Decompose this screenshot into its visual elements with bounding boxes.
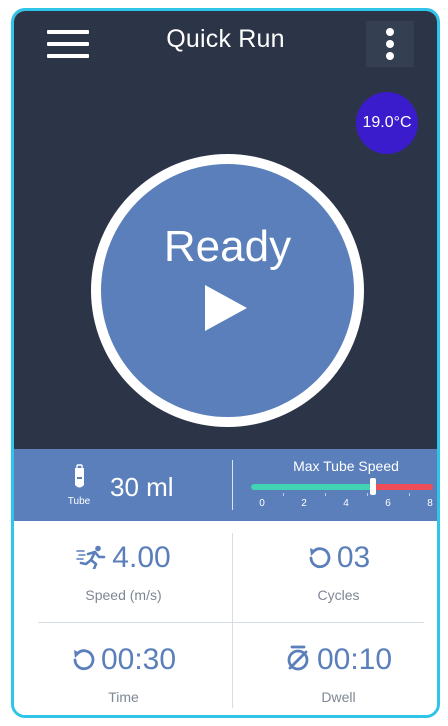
main-panel: Quick Run 19.0°C Ready (14, 11, 437, 449)
speed-minor-tick (409, 493, 410, 496)
temperature-badge: 19.0°C (356, 92, 418, 154)
speed-slider-thumb[interactable] (370, 478, 377, 495)
play-icon (205, 285, 247, 331)
time-parameter[interactable]: 00:30 Time (18, 623, 229, 715)
ready-label: Ready (163, 222, 292, 271)
time-value-row: 00:30 (18, 643, 229, 677)
speed-minor-tick (283, 493, 284, 496)
rewind-clock-icon (73, 649, 95, 671)
time-label: Time (108, 689, 139, 705)
test-tube-icon (75, 464, 84, 488)
tube-info-bar: Tube 30 ml Max Tube Speed 0 2 4 6 8 (14, 449, 437, 521)
speed-slider-track-over[interactable] (373, 484, 433, 490)
speed-tick-label: 4 (343, 498, 349, 509)
speed-tick-label: 0 (259, 498, 265, 509)
speed-tick-label: 6 (385, 498, 391, 509)
cycles-label: Cycles (317, 587, 360, 603)
speed-tick-label: 8 (427, 498, 433, 509)
tube-caption: Tube (67, 496, 91, 507)
app-frame: Quick Run 19.0°C Ready Tube 30 ml Max Tu… (11, 8, 440, 718)
dwell-label: Dwell (321, 689, 356, 705)
speed-minor-tick (367, 493, 368, 496)
running-person-icon (76, 545, 106, 571)
info-divider (232, 460, 233, 510)
repeat-arrow-icon (309, 547, 331, 569)
cycles-parameter[interactable]: 03 Cycles (233, 521, 437, 619)
app-header: Quick Run (14, 11, 437, 73)
speed-value: 4.00 (112, 541, 171, 574)
tube-volume[interactable]: 30 ml (110, 472, 174, 503)
speed-slider-track-safe[interactable] (251, 484, 374, 490)
cycles-value-row: 03 (233, 541, 437, 575)
ready-start-button[interactable]: Ready (91, 154, 364, 427)
speed-tick-label: 2 (301, 498, 307, 509)
speed-label: Speed (m/s) (85, 587, 162, 603)
stopwatch-icon (287, 645, 309, 671)
more-options-icon[interactable] (366, 21, 414, 67)
speed-minor-tick (325, 493, 326, 496)
ready-button-face: Ready (101, 164, 354, 417)
dwell-parameter[interactable]: 00:10 Dwell (233, 623, 437, 715)
speed-parameter[interactable]: 4.00 Speed (m/s) (18, 521, 229, 619)
cycles-value: 03 (336, 541, 371, 574)
run-parameters-grid: 4.00 Speed (m/s) 03 Cycles 00:30 Time 00… (14, 521, 437, 715)
max-tube-speed-title: Max Tube Speed (293, 458, 399, 474)
speed-value-row: 4.00 (18, 541, 229, 575)
dwell-value-row: 00:10 (233, 643, 437, 677)
time-value: 00:30 (100, 643, 177, 676)
dwell-value: 00:10 (316, 643, 393, 676)
